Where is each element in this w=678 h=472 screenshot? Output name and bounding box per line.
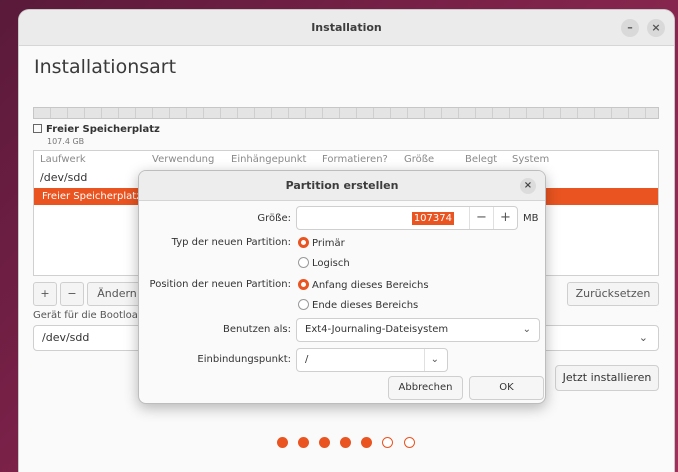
progress-dot-done xyxy=(361,437,373,448)
position-start-label: Anfang dieses Bereichs xyxy=(312,280,429,291)
partition-bar xyxy=(33,107,659,119)
column-header[interactable]: Formatieren? xyxy=(322,154,388,165)
position-end-label: Ende dieses Bereichs xyxy=(312,300,419,311)
use-as-select[interactable]: Ext4-Journaling-Dateisystem ⌄ xyxy=(296,318,540,342)
mount-point-label: Einbindungspunkt: xyxy=(197,354,291,365)
column-header[interactable]: Größe xyxy=(404,154,434,165)
bootloader-value: /dev/sdd xyxy=(42,331,90,344)
legend-label: Freier Speicherplatz xyxy=(46,124,160,135)
table-header: Laufwerk Verwendung Einhängepunkt Format… xyxy=(34,151,658,168)
partition-type-label: Typ der neuen Partition: xyxy=(171,237,291,248)
install-now-button[interactable]: Jetzt installieren xyxy=(555,365,659,391)
column-header[interactable]: Verwendung xyxy=(152,154,214,165)
use-as-value: Ext4-Journaling-Dateisystem xyxy=(305,324,449,335)
create-partition-dialog: Partition erstellen × Größe: 107374 − + … xyxy=(138,170,546,404)
column-header[interactable]: Laufwerk xyxy=(40,154,86,165)
size-spinbox[interactable]: 107374 − + xyxy=(296,206,518,230)
legend-size: 107.4 GB xyxy=(47,137,85,146)
progress-dot-done xyxy=(298,437,310,448)
revert-button[interactable]: Zurücksetzen xyxy=(567,282,659,306)
add-partition-button[interactable]: + xyxy=(33,282,57,306)
table-row[interactable]: /dev/sdd xyxy=(40,171,87,184)
type-primary-radio[interactable]: Primär xyxy=(298,237,345,249)
partition-legend: Freier Speicherplatz xyxy=(33,124,160,135)
remove-partition-button[interactable]: − xyxy=(60,282,84,306)
window-title: Installation xyxy=(311,21,382,34)
increase-size-button[interactable]: + xyxy=(493,207,517,229)
chevron-down-icon: ⌄ xyxy=(522,324,531,335)
type-logical-radio[interactable]: Logisch xyxy=(298,257,350,269)
radio-checked-icon xyxy=(298,237,309,248)
dialog-title-bar: Partition erstellen × xyxy=(139,171,545,201)
column-header[interactable]: Belegt xyxy=(465,154,497,165)
decrease-size-button[interactable]: − xyxy=(469,207,493,229)
dialog-close-button[interactable]: × xyxy=(520,178,536,194)
column-header[interactable]: Einhängepunkt xyxy=(231,154,306,165)
position-start-radio[interactable]: Anfang dieses Bereichs xyxy=(298,279,429,291)
chevron-down-icon[interactable]: ⌄ xyxy=(423,349,439,371)
progress-dot-done xyxy=(319,437,331,448)
radio-unchecked-icon xyxy=(298,299,309,310)
radio-checked-icon xyxy=(298,279,309,290)
progress-dot-pending xyxy=(403,437,415,448)
cancel-button[interactable]: Abbrechen xyxy=(388,376,463,400)
mount-point-value[interactable]: / xyxy=(305,349,308,371)
size-input[interactable]: 107374 xyxy=(411,212,454,225)
mount-point-combo[interactable]: / ⌄ xyxy=(296,348,448,372)
legend-swatch xyxy=(33,124,42,133)
size-unit: MB xyxy=(523,213,539,224)
use-as-label: Benutzen als: xyxy=(222,324,291,335)
progress-dot-pending xyxy=(382,437,394,448)
type-logical-label: Logisch xyxy=(312,258,350,269)
progress-dots xyxy=(277,433,420,452)
close-button[interactable]: × xyxy=(647,19,665,37)
chevron-down-icon: ⌄ xyxy=(638,331,648,344)
progress-dot-done xyxy=(340,437,352,448)
minimize-button[interactable]: – xyxy=(621,19,639,37)
position-end-radio[interactable]: Ende dieses Bereichs xyxy=(298,299,418,311)
page-title: Installationsart xyxy=(34,56,177,78)
partition-position-label: Position der neuen Partition: xyxy=(149,279,291,290)
radio-unchecked-icon xyxy=(298,257,309,268)
size-label: Größe: xyxy=(257,213,291,224)
ok-button[interactable]: OK xyxy=(469,376,544,400)
type-primary-label: Primär xyxy=(312,238,345,249)
column-header[interactable]: System xyxy=(512,154,549,165)
title-bar: Installation – × xyxy=(19,10,674,46)
progress-dot-done xyxy=(277,437,288,448)
dialog-title: Partition erstellen xyxy=(285,179,399,192)
